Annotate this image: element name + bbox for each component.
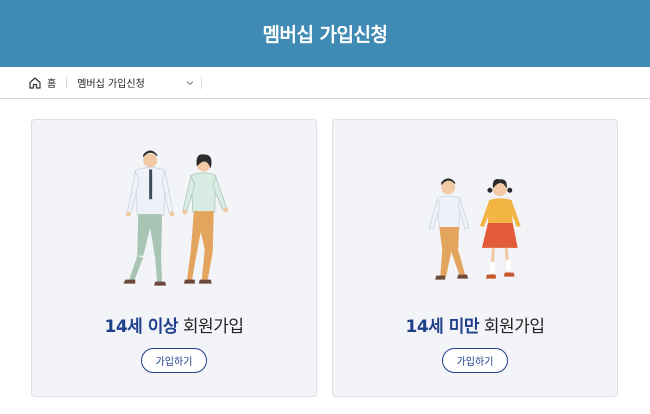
signup-label: 회원가입 <box>479 317 545 337</box>
adult-signup-card: 14세 이상 회원가입 가입하기 <box>31 119 317 397</box>
chevron-down-icon <box>185 78 195 88</box>
child-signup-title: 14세 미만 회원가입 <box>333 312 617 337</box>
age-highlight: 14세 미만 <box>405 317 480 337</box>
page-banner: 멤버십 가입신청 <box>0 0 650 67</box>
children-illustration <box>428 178 521 280</box>
breadcrumb-current-label: 멤버십 가입신청 <box>77 79 145 90</box>
breadcrumb: 홈 멤버십 가입신청 <box>0 67 650 99</box>
age-highlight: 14세 이상 <box>104 317 179 337</box>
breadcrumb-divider <box>66 76 68 89</box>
signup-label: 회원가입 <box>178 317 244 337</box>
breadcrumb-divider <box>201 76 203 89</box>
breadcrumb-home[interactable]: 홈 <box>47 75 56 90</box>
adult-signup-title: 14세 이상 회원가입 <box>32 312 316 337</box>
page-title: 멤버십 가입신청 <box>262 24 388 46</box>
breadcrumb-current-dropdown[interactable]: 멤버십 가입신청 <box>77 75 195 90</box>
child-join-button[interactable]: 가입하기 <box>442 348 508 373</box>
home-icon[interactable] <box>28 76 42 90</box>
adult-join-button[interactable]: 가입하기 <box>141 348 207 373</box>
child-signup-card: 14세 미만 회원가입 가입하기 <box>332 119 618 397</box>
adult-couple-illustration <box>123 150 229 286</box>
